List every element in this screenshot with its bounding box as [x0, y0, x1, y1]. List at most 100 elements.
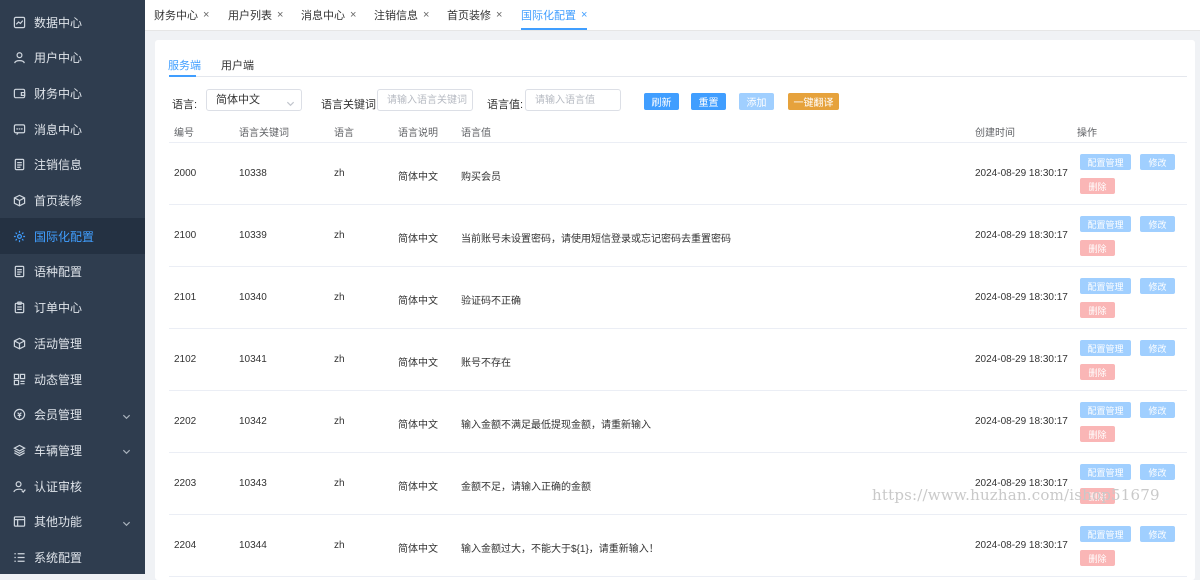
tab-label: 国际化配置 — [521, 10, 576, 22]
sidebar-item[interactable]: 注销信息 — [0, 147, 145, 183]
tab[interactable]: 首页装修 × — [447, 0, 502, 30]
config-button[interactable]: 配置管理 — [1080, 216, 1131, 232]
sidebar-item[interactable]: 其他功能 — [0, 504, 145, 540]
header-value: 语言值 — [461, 128, 491, 139]
sidebar-item[interactable]: 国际化配置 — [0, 218, 145, 255]
cell-id: 2202 — [174, 416, 197, 427]
config-button[interactable]: 配置管理 — [1080, 464, 1131, 480]
chevron-down-icon — [122, 410, 131, 419]
cell-id: 2102 — [174, 354, 197, 365]
cell-value: 当前账号未设置密码，请使用短信登录或忘记密码去重置密码 — [461, 234, 731, 245]
clipboard-icon — [12, 301, 26, 315]
chevron-down-icon — [286, 95, 295, 107]
gear-icon — [12, 229, 26, 243]
sidebar-item[interactable]: 会员管理 — [0, 397, 145, 433]
sidebar-item-label: 认证审核 — [34, 479, 83, 494]
sidebar-item-label: 系统配置 — [34, 551, 83, 565]
cell-id: 2101 — [174, 292, 197, 303]
document-icon — [12, 158, 26, 172]
row-divider — [169, 452, 1187, 453]
sidebar-item[interactable]: 活动管理 — [0, 325, 145, 361]
tab[interactable]: 用户列表 × — [228, 0, 283, 30]
keyword-input[interactable] — [377, 89, 473, 111]
sidebar-item-label: 注销信息 — [34, 158, 83, 173]
config-button[interactable]: 配置管理 — [1080, 154, 1131, 170]
delete-button[interactable]: 删除 — [1080, 426, 1115, 442]
sidebar-item[interactable]: 动态管理 — [0, 361, 145, 397]
cell-language: zh — [334, 416, 345, 427]
sidebar-item[interactable]: 首页装修 — [0, 183, 145, 219]
translate-all-button[interactable]: 一键翻译 — [788, 93, 839, 110]
cell-language: zh — [334, 478, 345, 489]
keyword-label: 语言关键词: — [321, 99, 380, 111]
cell-description: 简体中文 — [398, 172, 438, 183]
cell-created: 2024-08-29 18:30:17 — [975, 540, 1068, 551]
chart-icon — [12, 15, 26, 29]
cell-language: zh — [334, 230, 345, 241]
delete-button[interactable]: 删除 — [1080, 302, 1115, 318]
add-button[interactable]: 添加 — [739, 93, 774, 110]
edit-button[interactable]: 修改 — [1140, 340, 1175, 356]
sidebar-item[interactable]: 用户中心 — [0, 40, 145, 76]
sidebar-item-label: 动态管理 — [34, 372, 83, 387]
layers-icon — [12, 443, 26, 457]
config-button[interactable]: 配置管理 — [1080, 526, 1131, 542]
tab[interactable]: 消息中心 × — [301, 0, 356, 30]
subtab-active-indicator — [169, 75, 196, 77]
close-icon[interactable]: × — [277, 9, 283, 21]
cell-key: 10341 — [239, 354, 267, 365]
user-check-icon — [12, 479, 26, 493]
subtab-server[interactable]: 服务端 — [168, 57, 201, 73]
value-input[interactable] — [525, 89, 621, 111]
cell-id: 2204 — [174, 540, 197, 551]
config-button[interactable]: 配置管理 — [1080, 340, 1131, 356]
sidebar-item[interactable]: 消息中心 — [0, 111, 145, 147]
sidebar-item[interactable]: 车辆管理 — [0, 432, 145, 468]
edit-button[interactable]: 修改 — [1140, 154, 1175, 170]
close-icon[interactable]: × — [496, 9, 502, 21]
row-divider — [169, 576, 1187, 577]
tab-label: 财务中心 — [154, 10, 198, 22]
sidebar-item[interactable]: 订单中心 — [0, 290, 145, 326]
tab[interactable]: 注销信息 × — [374, 0, 429, 30]
cell-value: 验证码不正确 — [461, 296, 521, 307]
cell-key: 10344 — [239, 540, 267, 551]
edit-button[interactable]: 修改 — [1140, 402, 1175, 418]
cell-description: 简体中文 — [398, 234, 438, 245]
chevron-down-icon — [122, 517, 131, 526]
config-button[interactable]: 配置管理 — [1080, 278, 1131, 294]
subtab-client[interactable]: 用户端 — [221, 57, 254, 73]
delete-button[interactable]: 删除 — [1080, 240, 1115, 256]
close-icon[interactable]: × — [350, 9, 356, 21]
delete-button[interactable]: 删除 — [1080, 364, 1115, 380]
sidebar-item-label: 用户中心 — [34, 51, 83, 66]
edit-button[interactable]: 修改 — [1140, 464, 1175, 480]
cell-description: 简体中文 — [398, 544, 438, 555]
reset-button[interactable]: 重置 — [691, 93, 726, 110]
cell-key: 10342 — [239, 416, 267, 427]
edit-button[interactable]: 修改 — [1140, 278, 1175, 294]
cell-description: 简体中文 — [398, 296, 438, 307]
edit-button[interactable]: 修改 — [1140, 526, 1175, 542]
refresh-button[interactable]: 刷新 — [644, 93, 679, 110]
cell-language: zh — [334, 292, 345, 303]
sidebar-item[interactable]: 语种配置 — [0, 254, 145, 290]
cell-language: zh — [334, 540, 345, 551]
row-divider — [169, 328, 1187, 329]
sidebar-item[interactable]: 数据中心 — [0, 4, 145, 40]
delete-button[interactable]: 删除 — [1080, 550, 1115, 566]
close-icon[interactable]: × — [203, 9, 209, 21]
wallet-icon — [12, 86, 26, 100]
config-button[interactable]: 配置管理 — [1080, 402, 1131, 418]
sidebar-item[interactable]: 财务中心 — [0, 75, 145, 111]
sidebar-item[interactable]: 认证审核 — [0, 468, 145, 504]
close-icon[interactable]: × — [581, 9, 587, 21]
close-icon[interactable]: × — [423, 9, 429, 21]
language-select[interactable]: 简体中文 — [206, 89, 302, 111]
delete-button[interactable]: 删除 — [1080, 178, 1115, 194]
sidebar-item[interactable]: 系统配置 — [0, 540, 145, 576]
sidebar-item-label: 订单中心 — [34, 301, 83, 316]
tab[interactable]: 财务中心 × — [154, 0, 209, 30]
edit-button[interactable]: 修改 — [1140, 216, 1175, 232]
tab[interactable]: 国际化配置 × — [521, 0, 588, 30]
